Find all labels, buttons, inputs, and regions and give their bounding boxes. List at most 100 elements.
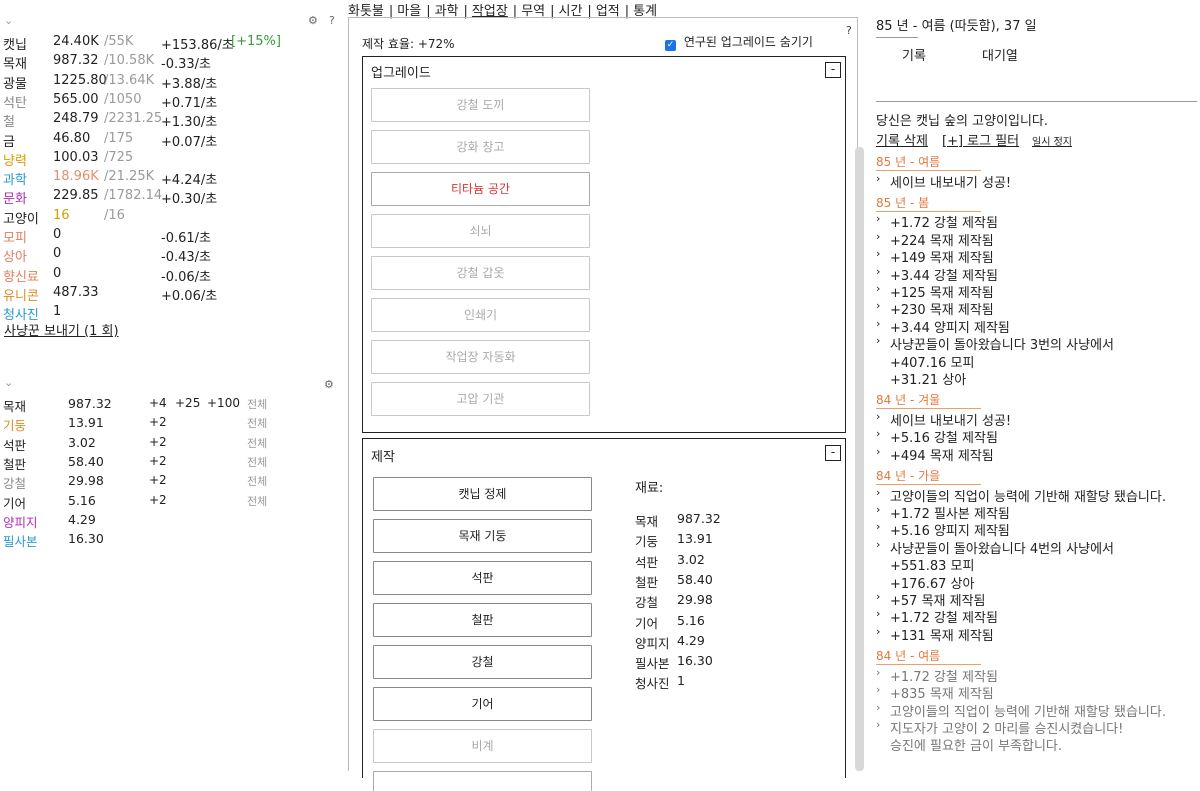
log-date: 84 년 - 겨울 [876,393,941,408]
craft-all-link[interactable]: 전체 [247,473,267,489]
upgrades-collapse-button[interactable]: - [825,62,841,78]
tab-queue[interactable]: 대기열 [982,45,1018,64]
calendar-date: 85 년 - 여름 (따듯함), 37 일 [876,19,1037,34]
craft-button[interactable]: 기어 [373,687,592,721]
send-hunters-link[interactable]: 사냥꾼 보내기 (1 회) [4,320,119,339]
craft-gear-icon[interactable]: ⚙ [324,378,334,391]
upgrades-title: 업그레이드 [371,66,431,81]
resource-name[interactable]: 과학 [3,169,27,188]
craft-all-link[interactable]: 전체 [247,435,267,451]
material-amount: 16.30 [677,653,713,669]
craft-plus-small[interactable]: +2 [149,493,167,507]
collapse-craft-icon[interactable]: ⌄ [4,376,13,389]
craft-resource-amount: 5.16 [68,492,96,508]
resource-name[interactable]: 고양이 [3,208,39,227]
resource-name[interactable]: 금 [3,131,15,150]
resource-name[interactable]: 상아 [3,246,27,265]
resource-amount: 0 [53,265,62,281]
resource-name[interactable]: 캣닙 [3,34,27,53]
craft-button[interactable]: 철판 [373,603,592,637]
log-bullet-icon: › [876,171,881,185]
clear-log-link[interactable]: 기록 삭제 [876,130,928,149]
log-date: 85 년 - 여름 [876,155,941,169]
hide-researched-toggle[interactable]: ✓ 연구된 업그레이드 숨기기 [665,33,813,51]
log-bullet-icon: › [876,700,881,714]
craft-resource-row: 철판 58.40 +2 전체 [0,454,340,473]
pause-link[interactable]: 일시 정지 [1032,133,1072,148]
upgrade-button[interactable]: 티타늄 공간 [371,172,590,206]
resource-row: 고양이 16/16 [0,208,340,227]
material-amount: 1 [677,673,685,689]
craft-plus-small[interactable]: +2 [149,415,167,429]
log-bullet-icon: › [876,427,881,441]
craft-button[interactable]: 석판 [373,561,592,595]
resource-max: /1050 [104,91,142,107]
resource-name[interactable]: 광물 [3,73,27,92]
log-bullet-icon: › [876,503,881,516]
log-scrollbar[interactable] [855,147,864,771]
craft-plus-small[interactable]: +2 [149,454,167,468]
hide-researched-checkbox[interactable]: ✓ [665,40,676,51]
resource-rate: +0.07/초 [161,134,218,150]
upgrade-button[interactable]: 고압 기관 [371,382,590,416]
tab-log[interactable]: 기록 [902,45,926,64]
log-bullet-icon: › [876,334,881,348]
log-bullet-icon: › [876,247,881,261]
resource-max: /16 [104,207,125,223]
collapse-resources-icon[interactable]: ⌄ [4,14,13,27]
log-bullet-icon: › [876,444,881,458]
craft-resource-list: 목재 987.32 +4 +25 +100 전체 기둥 13.91 +2 전체 석판 3.02 +2 전체… [0,396,340,556]
log-date: 84 년 - 가을 [876,469,941,484]
craft-all-link[interactable]: 전체 [247,415,267,431]
gear-icon[interactable]: ⚙ [308,14,318,27]
craft-button[interactable]: 캣닙 정제 [373,477,592,511]
log-bullet-icon: › [876,229,881,243]
craft-plus-small[interactable]: +4 [149,396,167,410]
resource-name[interactable]: 모피 [3,227,27,246]
craft-button-partial[interactable] [373,771,592,791]
resource-amount: 100.03 [53,149,99,165]
craft-all-link[interactable]: 전체 [247,493,267,509]
craft-all-link[interactable]: 전체 [247,396,267,412]
resource-name[interactable]: 향신료 [3,266,39,285]
help-icon[interactable]: ? [329,14,335,27]
craft-plus-medium[interactable]: +25 [175,396,200,410]
craft-collapse-button[interactable]: - [825,445,841,461]
craft-button[interactable]: 목재 기둥 [373,519,592,553]
craft-button[interactable]: 강철 [373,645,592,679]
resource-name[interactable]: 문화 [3,188,27,207]
resource-name[interactable]: 목재 [3,53,27,72]
resource-amount: 1225.80 [53,72,107,88]
log-filter-link[interactable]: [+] 로그 필터 [942,130,1019,149]
log-date: 85 년 - 봄 [876,195,930,210]
upgrade-button[interactable]: 강철 갑옷 [371,256,590,290]
upgrade-button[interactable]: 강화 창고 [371,130,590,164]
log-entry: +494 목재 제작됨 [890,448,994,464]
material-name: 철판 [635,574,659,590]
craft-resource-name: 필사본 [3,534,38,550]
craft-button[interactable]: 비계 [373,729,592,763]
resource-rate: +0.06/초 [161,288,218,304]
craft-all-link[interactable]: 전체 [247,454,267,470]
resource-name[interactable]: 석탄 [3,92,27,111]
resource-rate: +1.30/초 [161,115,218,131]
resource-rate: +4.24/초 [161,173,218,189]
upgrade-button[interactable]: 강철 도끼 [371,88,590,122]
resource-name[interactable]: 냥력 [3,150,27,169]
log-entry: +57 목재 제작됨 [890,594,986,609]
upgrade-button[interactable]: 인쇄기 [371,298,590,332]
craft-plus-large[interactable]: +100 [207,396,240,410]
resource-name[interactable]: 유니콘 [3,285,39,304]
resource-name[interactable]: 철 [3,111,15,130]
resource-amount: 229.85 [53,188,99,204]
craft-plus-small[interactable]: +2 [149,473,167,487]
log-bullet-icon: › [876,520,881,534]
upgrade-button[interactable]: 쇠뇌 [371,214,590,248]
workshop-help-icon[interactable]: ? [846,24,852,37]
craft-plus-small[interactable]: +2 [149,435,167,449]
resource-list: 캣닙 24.40K/55K +153.86/초 [+15%] 목재 987.32/10.5… [0,34,340,324]
material-amount: 29.98 [677,592,713,608]
log-entry: +131 목재 제작됨 [890,628,994,644]
resource-row: 캣닙 24.40K/55K +153.86/초 [+15%] [0,34,340,53]
upgrade-button[interactable]: 작업장 자동화 [371,340,590,374]
